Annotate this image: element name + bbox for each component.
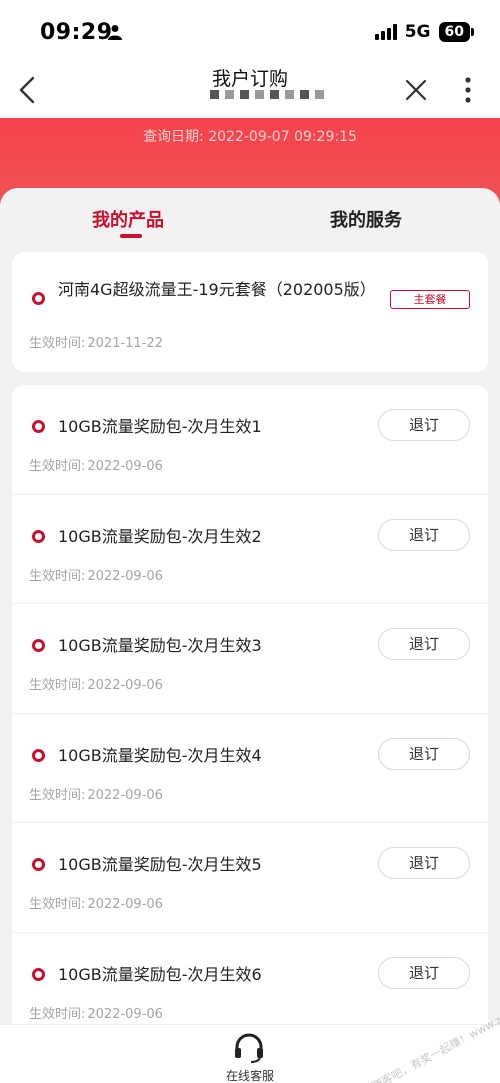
network-type: 5G [404,22,431,42]
effective-label: 生效时间: [29,459,86,474]
product-name: 10GB流量奖励包-次月生效2 [58,526,262,546]
bullet-ring-icon [32,967,45,981]
tab-bar: 我的产品 我的服务 [0,188,500,246]
unsubscribe-button[interactable]: 退订 [378,628,470,660]
list-item: 10GB流量奖励包-次月生效5 生效时间: 2022-09-06 退订 [12,823,488,933]
query-date-label: 查询日期: [143,129,204,145]
effective-label: 生效时间: [29,1006,86,1022]
unsubscribe-button[interactable]: 退订 [378,409,470,441]
bullet-ring-icon [32,292,45,305]
bullet-ring-icon [32,858,45,871]
list-item: 10GB流量奖励包-次月生效2 生效时间: 2022-09-06 退订 [12,495,488,604]
list-item: 10GB流量奖励包-次月生效3 生效时间: 2022-09-06 退订 [12,604,488,714]
unsubscribe-button[interactable]: 退订 [378,737,470,770]
main-package-card: 河南4G超级流量王-19元套餐（202005版） 主套餐 生效时间: 2021-1… [12,252,488,372]
effective-date: 2022-09-06 [87,459,163,474]
unsubscribe-button[interactable]: 退订 [378,847,470,879]
unsubscribe-button[interactable]: 退订 [378,956,470,989]
status-right: 5G 60 [374,22,475,42]
main-package-name: 河南4G超级流量王-19元套餐（202005版） [58,280,376,299]
effective-label: 生效时间: [29,336,86,351]
person-icon [108,25,122,40]
product-name: 10GB流量奖励包-次月生效4 [58,745,262,765]
status-time: 09:29 [40,20,113,45]
effective-label: 生效时间: [29,678,86,693]
masked-phone-number [210,90,324,99]
product-effective: 生效时间: 2022-09-06 [29,893,163,912]
effective-date: 2022-09-06 [87,678,163,693]
product-name: 10GB流量奖励包-次月生效5 [58,855,262,874]
effective-label: 生效时间: [29,897,86,912]
bullet-ring-icon [32,748,45,762]
bullet-ring-icon [32,529,45,543]
product-effective: 生效时间: 2022-09-06 [29,455,163,474]
list-item: 10GB流量奖励包-次月生效1 生效时间: 2022-09-06 退订 [12,385,488,495]
product-effective: 生效时间: 2022-09-06 [29,1003,163,1022]
tab-my-services[interactable]: 我的服务 [330,206,402,232]
effective-date: 2022-09-06 [87,1006,163,1022]
effective-date: 2022-09-06 [87,897,163,912]
headset-icon[interactable] [232,1033,266,1063]
list-item: 10GB流量奖励包-次月生效4 生效时间: 2022-09-06 退订 [12,714,488,823]
bullet-ring-icon [32,420,45,433]
effective-label: 生效时间: [29,787,86,803]
nav-bar: 我户订购 [0,62,500,118]
signal-icon [374,24,397,40]
query-date: 查询日期: 2022-09-07 09:29:15 [0,126,500,146]
main-package-effective: 生效时间: 2021-11-22 [29,332,163,351]
effective-date: 2022-09-06 [87,787,163,803]
effective-date: 2021-11-22 [87,336,163,351]
query-date-value: 2022-09-07 09:29:15 [208,129,357,145]
customer-service-label[interactable]: 在线客服 [0,1067,500,1083]
product-name: 10GB流量奖励包-次月生效3 [58,636,262,655]
close-icon[interactable] [402,76,430,104]
battery-icon: 60 [438,22,475,42]
effective-date: 2022-09-06 [87,568,163,584]
content-sheet: 我的产品 我的服务 河南4G超级流量王-19元套餐（202005版） 主套餐 生… [0,188,500,1045]
product-name: 10GB流量奖励包-次月生效6 [58,964,262,984]
product-name: 10GB流量奖励包-次月生效1 [58,417,262,436]
main-package-badge: 主套餐 [390,290,470,309]
active-tab-indicator [120,234,142,238]
bottom-bar: 在线客服 赚客吧，有奖一起赚！www.zuanke8.com [0,982,500,1083]
product-effective: 生效时间: 2022-09-06 [29,674,163,693]
effective-label: 生效时间: [29,568,86,584]
tab-my-products[interactable]: 我的产品 [92,206,164,232]
more-vertical-icon[interactable] [458,74,478,106]
product-effective: 生效时间: 2022-09-06 [29,565,163,584]
unsubscribe-button[interactable]: 退订 [378,518,470,551]
product-list: 10GB流量奖励包-次月生效1 生效时间: 2022-09-06 退订 10GB流… [12,385,488,1045]
product-effective: 生效时间: 2022-09-06 [29,784,163,803]
status-bar: 09:29 5G 60 [0,0,500,62]
bullet-ring-icon [32,639,45,652]
